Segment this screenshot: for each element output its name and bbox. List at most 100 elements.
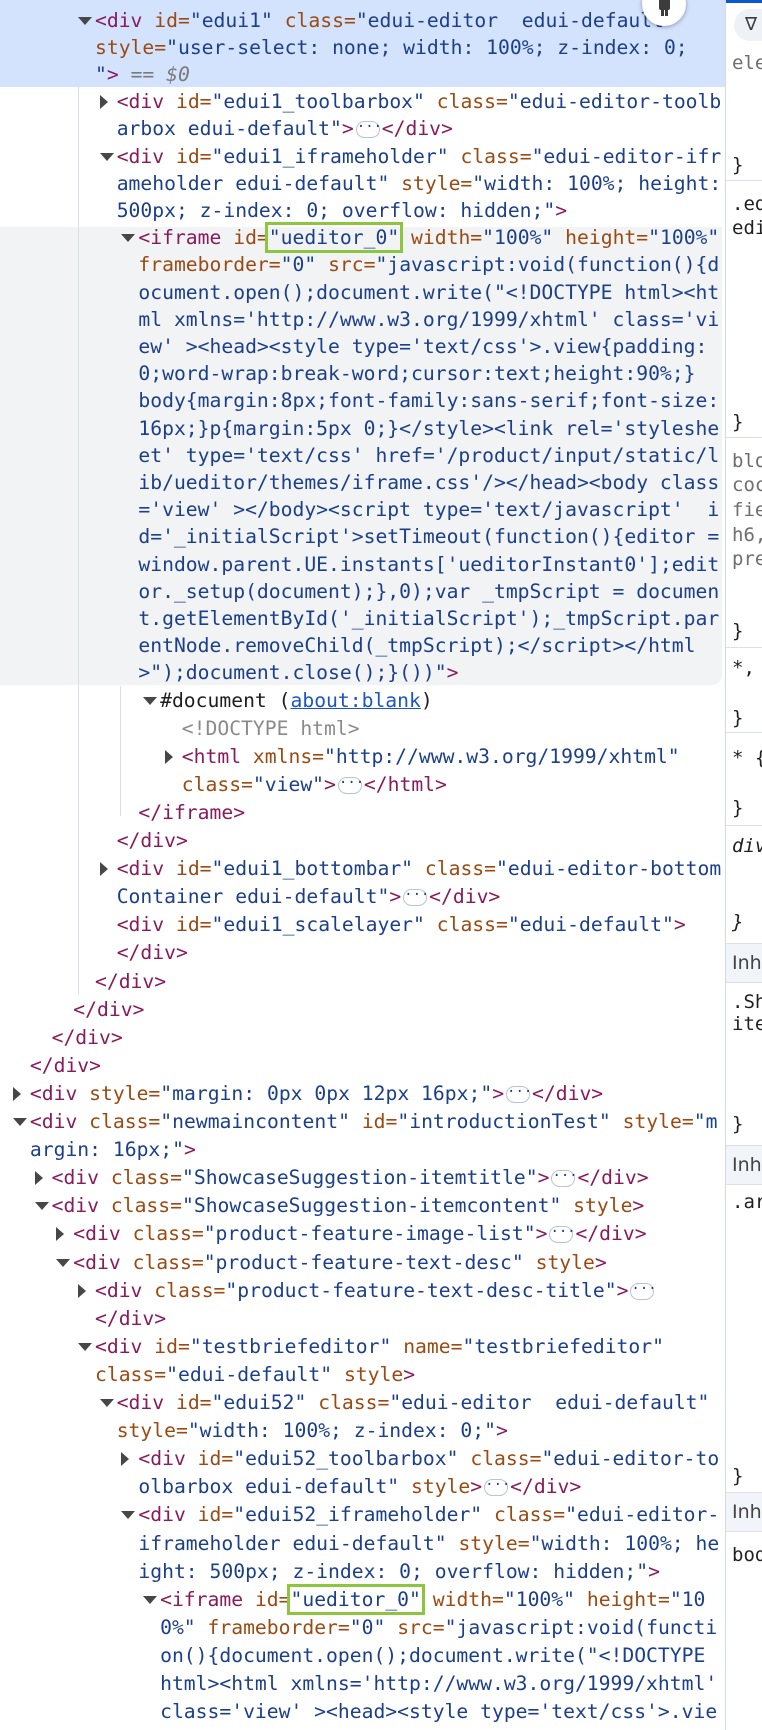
dom-tree-line[interactable]: or._setup(document);},0);var _tmpScript … (138, 578, 719, 605)
dom-tree-line[interactable]: <html xmlns="http://www.w3.org/1999/xhtm… (182, 743, 680, 770)
dom-tree-line[interactable]: et' type='text/css' href='/product/input… (138, 442, 719, 469)
dom-tree-line[interactable]: <div id="edui52_toolbarbox" class="edui-… (138, 1445, 719, 1472)
expanded-triangle-icon[interactable] (143, 1595, 158, 1604)
collapsed-triangle-icon[interactable] (121, 1452, 130, 1467)
dom-tree-line[interactable]: <div style="margin: 0px 0px 12px 16px;">… (30, 1080, 603, 1107)
style-rule-selector[interactable]: edi (732, 217, 762, 239)
dom-tree-line[interactable]: <div id="edui1_iframeholder" class="edui… (117, 143, 722, 170)
style-rule-selector[interactable]: div (732, 835, 762, 857)
dom-tree-line[interactable]: <div class="product-feature-text-desc-ti… (95, 1277, 657, 1304)
dom-tree-line[interactable]: ew' ><head><style type='text/css'>.view{… (138, 333, 707, 360)
collapsed-triangle-icon[interactable] (164, 749, 173, 764)
dom-tree-line[interactable]: "> == $0 (95, 61, 190, 88)
dom-tree-line[interactable]: </div> (30, 1052, 101, 1079)
expanded-triangle-icon[interactable] (99, 1399, 114, 1407)
dom-tree-line[interactable]: on(){document.open();document.write("<!D… (160, 1642, 705, 1669)
style-rule-selector[interactable]: bod (732, 1544, 762, 1566)
expanded-triangle-icon[interactable] (78, 16, 92, 25)
dom-tree-line[interactable]: <div class="product-feature-text-desc" s… (73, 1249, 606, 1276)
collapsed-triangle-icon[interactable] (56, 1227, 65, 1242)
collapsed-triangle-icon[interactable] (78, 1283, 86, 1298)
expanded-triangle-icon[interactable] (121, 234, 136, 243)
expanded-triangle-icon[interactable] (12, 1118, 27, 1126)
dom-tree-line[interactable]: <div id="edui1" class="edui-editor edui-… (95, 7, 676, 34)
ellipsis-button[interactable]: ··· (484, 1478, 510, 1497)
style-rule-selector[interactable]: h6, (732, 524, 762, 546)
dom-tree-line[interactable]: <iframe id="ueditor_0" width="100%" heig… (160, 1583, 705, 1615)
dom-tree-line[interactable]: window.parent.UE.instants['ueditorInstan… (138, 551, 719, 578)
dom-tree-line[interactable]: ocument.open();document.write("<!DOCTYPE… (138, 279, 719, 306)
dom-tree-line[interactable]: </div> (95, 1305, 166, 1332)
expanded-triangle-icon[interactable] (56, 1258, 71, 1267)
dom-tree-line[interactable]: <div class="newmaincontent" id="introduc… (30, 1108, 718, 1135)
expanded-triangle-icon[interactable] (121, 1511, 136, 1520)
style-rule-selector[interactable]: * { (732, 747, 762, 769)
dom-tree-line[interactable]: 0;word-wrap:break-word;cursor:text;heigh… (138, 360, 695, 387)
dom-tree-line[interactable]: >");document.close();}())"> (138, 659, 458, 686)
dom-tree-line[interactable]: <div id="edui1_bottombar" class="edui-ed… (117, 855, 722, 882)
dom-tree-line[interactable]: #document (about:blank) (160, 687, 433, 714)
ellipsis-button[interactable]: ··· (403, 888, 429, 907)
dom-tree-line[interactable]: iframeholder edui-default" style="width:… (138, 1530, 719, 1557)
style-rule-selector[interactable]: blo (732, 450, 762, 472)
expanded-triangle-icon[interactable] (78, 1342, 92, 1351)
dom-tree-line[interactable]: 0%" frameborder="0" src="javascript:void… (160, 1614, 717, 1641)
dom-tree-line[interactable]: <div class="ShowcaseSuggestion-itemtitle… (52, 1164, 649, 1191)
dom-tree-line[interactable]: <iframe id="ueditor_0" width="100%" heig… (138, 222, 719, 254)
dom-tree-line[interactable]: <div id="edui52_iframeholder" class="edu… (138, 1501, 719, 1528)
style-rule-selector[interactable]: pre (732, 548, 762, 570)
style-rule-selector[interactable]: coc (732, 474, 762, 496)
dom-tree-line[interactable]: ml xmlns='http://www.w3.org/1999/xhtml' … (138, 306, 719, 333)
style-rule-selector[interactable]: ele (732, 52, 762, 74)
dom-tree-line[interactable]: style="user-select: none; width: 100%; z… (95, 34, 688, 61)
dom-tree-line[interactable]: class="edui-default" style> (95, 1361, 415, 1388)
dom-tree-line[interactable]: d='_initialScript'>setTimeout(function()… (138, 523, 719, 550)
dom-tree-line[interactable]: ight: 500px; z-index: 0; overflow: hidde… (138, 1558, 660, 1585)
dom-tree-line[interactable]: <div id="edui52" class="edui-editor edui… (117, 1389, 710, 1416)
ellipsis-button[interactable]: ··· (630, 1282, 657, 1300)
dom-tree-line[interactable]: class="view"> ···</html> (182, 771, 447, 798)
ellipsis-button[interactable]: ··· (337, 776, 364, 794)
collapsed-triangle-icon[interactable] (34, 1171, 43, 1186)
dom-tree-line[interactable]: argin: 16px;"> (30, 1136, 196, 1163)
style-rule-selector[interactable]: ite (732, 1013, 762, 1035)
ellipsis-button[interactable]: ··· (549, 1225, 576, 1244)
dom-tree-line[interactable]: </div> (117, 939, 188, 966)
dom-tree-line[interactable]: <div id="edui1_toolbarbox" class="edui-e… (117, 88, 722, 115)
dom-tree-line[interactable]: class='view' ><head><style type='text/cs… (160, 1698, 717, 1725)
collapsed-triangle-icon[interactable] (99, 95, 108, 110)
dom-tree-line[interactable]: </div> (117, 827, 188, 854)
dom-tree-line[interactable]: <div id="testbriefeditor" name="testbrie… (95, 1333, 664, 1360)
dom-tree-line[interactable]: t.getElementById('_initialScript');_tmpS… (138, 605, 719, 632)
dom-tree-line[interactable]: <!DOCTYPE html> (182, 715, 360, 742)
dom-tree-line[interactable]: body{margin:8px;font-family:sans-serif;f… (138, 387, 719, 414)
dom-tree-line[interactable]: <div id="edui1_scalelayer" class="edui-d… (117, 911, 686, 938)
ellipsis-button[interactable]: ··· (551, 1169, 578, 1188)
ellipsis-button[interactable]: ··· (355, 120, 382, 139)
dom-tree-line[interactable]: frameborder="0" src="javascript:void(fun… (138, 251, 719, 278)
document-link[interactable]: about:blank (290, 689, 420, 712)
style-rule-selector[interactable]: .ed (732, 193, 762, 215)
dom-tree-line[interactable]: entNode.removeChild(_tmpScript);</script… (138, 632, 695, 659)
collapsed-triangle-icon[interactable] (99, 862, 108, 877)
dom-tree-line[interactable]: olbarbox edui-default" style> ···</div> (138, 1473, 581, 1500)
dom-tree-line[interactable]: 16px;}p{margin:5px 0;}</style><link rel=… (138, 415, 719, 442)
dom-tree-line[interactable]: ib/ueditor/themes/iframe.css'/></head><b… (138, 469, 719, 496)
dom-tree-line[interactable]: ='view' ></body><script type='text/javas… (138, 496, 719, 523)
dom-tree-line[interactable]: 500px; z-index: 0; overflow: hidden;"> (117, 197, 567, 224)
dom-tree-line[interactable]: w{padding:0;word-wrap:break-word;cursor:… (160, 1726, 725, 1730)
dom-tree-line[interactable]: </div> (95, 968, 166, 995)
dom-tree-line[interactable]: <div class="product-feature-image-list">… (73, 1220, 646, 1247)
dom-tree-line[interactable]: arbox edui-default"> ···</div> (117, 115, 453, 142)
dom-tree-line[interactable]: </iframe> (138, 799, 245, 826)
collapsed-triangle-icon[interactable] (12, 1086, 21, 1101)
expanded-triangle-icon[interactable] (99, 152, 114, 161)
dom-tree-line[interactable]: style="width: 100%; z-index: 0;"> (117, 1417, 508, 1444)
dom-tree-line[interactable]: html><html xmlns='http://www.w3.org/1999… (160, 1670, 717, 1697)
ellipsis-button[interactable]: ··· (506, 1085, 532, 1103)
style-rule-selector[interactable]: .Sh (732, 991, 762, 1013)
dom-tree-line[interactable]: ameholder edui-default" style="width: 10… (117, 170, 722, 197)
expanded-triangle-icon[interactable] (143, 696, 158, 705)
expanded-triangle-icon[interactable] (34, 1202, 49, 1211)
dom-tree-line[interactable]: Container edui-default"> ···</div> (117, 883, 501, 910)
